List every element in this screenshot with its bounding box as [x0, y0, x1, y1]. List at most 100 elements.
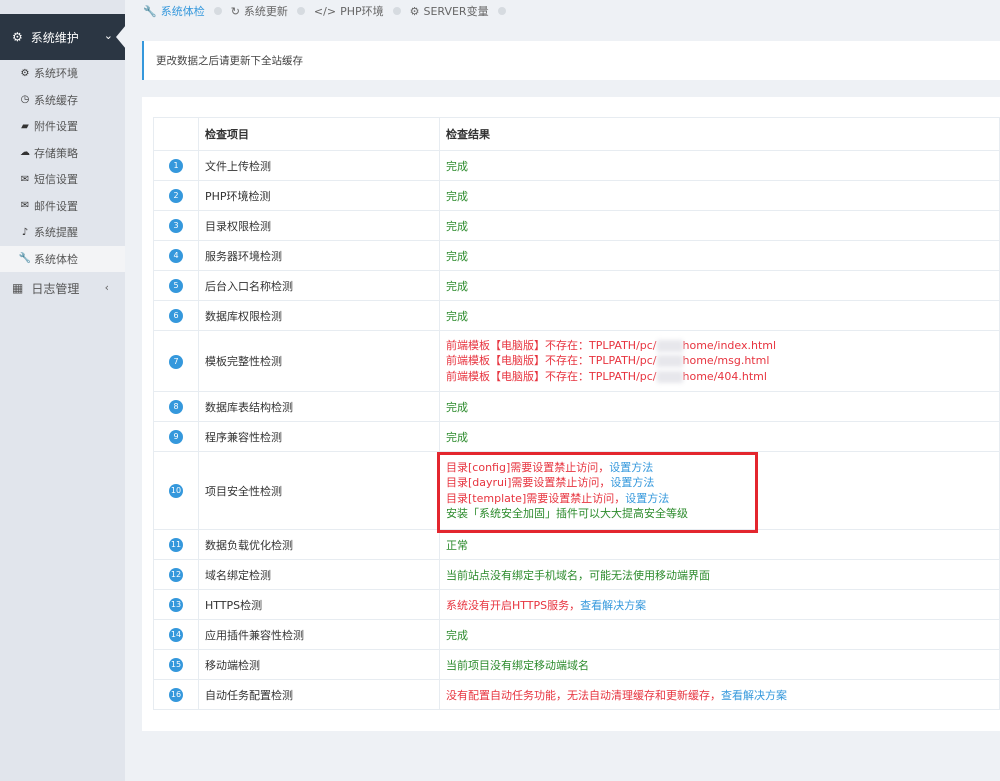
row-number-badge: 12 [169, 568, 183, 582]
table-row: 11 数据负载优化检测 正常 [153, 529, 1000, 560]
row-number-badge: 4 [169, 249, 183, 263]
check-result: 完成 [439, 619, 1000, 650]
tab-separator [497, 7, 506, 15]
sidebar-item-attachment[interactable]: ▰ 附件设置 [0, 113, 125, 140]
table-row: 6 数据库权限检测 完成 [153, 300, 1000, 331]
result-text: 没有配置自动任务功能，无法自动清理缓存和更新缓存， [446, 688, 721, 702]
info-note: 更改数据之后请更新下全站缓存 [142, 41, 1000, 80]
table-row: 3 目录权限检测 完成 [153, 210, 1000, 241]
gear-icon: ⚙ [409, 4, 420, 18]
table-row: 1 文件上传检测 完成 [153, 150, 1000, 181]
sidebar-item-label: 附件设置 [34, 120, 78, 134]
sidebar-item-system-env[interactable]: ⚙ 系统环境 [0, 60, 125, 87]
table-row: 2 PHP环境检测 完成 [153, 180, 1000, 211]
check-result: 完成 [439, 240, 1000, 271]
tab-php-env[interactable]: </> PHP环境 [314, 3, 384, 19]
row-number-badge: 1 [169, 159, 183, 173]
check-result: 正常 [439, 529, 1000, 560]
check-name: 服务器环境检测 [198, 240, 440, 271]
row-number-badge: 15 [169, 658, 183, 672]
check-name: 目录权限检测 [198, 210, 440, 241]
row-number-badge: 10 [169, 484, 183, 498]
check-name: 域名绑定检测 [198, 559, 440, 590]
table-row: 7 模板完整性检测 前端模板【电脑版】不存在：TPLPATH/pc/home/i… [153, 330, 1000, 392]
sidebar-item-storage[interactable]: ☁ 存储策略 [0, 140, 125, 167]
check-name: 应用插件兼容性检测 [198, 619, 440, 650]
tab-separator [392, 7, 401, 15]
table-row: 15 移动端检测 当前项目没有绑定移动端域名 [153, 649, 1000, 680]
note-text: 更改数据之后请更新下全站缓存 [156, 55, 303, 67]
row-number-badge: 11 [169, 538, 183, 552]
check-result: 完成 [439, 150, 1000, 181]
result-line-suffix: home/index.html [682, 338, 777, 352]
row-number-badge: 9 [169, 430, 183, 444]
view-solution-link[interactable]: 查看解决方案 [721, 689, 787, 702]
sidebar-menu-system-maintenance[interactable]: ⚙ 系统维护 ⌄ [0, 14, 126, 60]
table-row: 9 程序兼容性检测 完成 [153, 421, 1000, 452]
envelope-open-icon: ✉ [20, 200, 30, 212]
result-text: 系统没有开启HTTPS服务， [446, 598, 581, 612]
sidebar-menu-log[interactable]: ▦ 日志管理 ‹ [0, 272, 125, 304]
check-name: 文件上传检测 [198, 150, 440, 181]
check-name: 移动端检测 [198, 649, 440, 680]
table-row: 16 自动任务配置检测 没有配置自动任务功能，无法自动清理缓存和更新缓存，查看解… [153, 679, 1000, 710]
tab-separator [213, 7, 222, 15]
sidebar-menu-label: 日志管理 [31, 281, 80, 296]
gear-icon: ⚙ [12, 30, 23, 44]
table-row: 13 HTTPS检测 系统没有开启HTTPS服务，查看解决方案 [153, 589, 1000, 620]
sidebar-item-label: 系统环境 [34, 67, 78, 81]
sidebar-item-label: 邮件设置 [34, 199, 78, 213]
tab-system-check[interactable]: 🔧 系统体检 [143, 3, 205, 19]
tab-label: PHP环境 [340, 5, 384, 18]
check-name: 数据库表结构检测 [198, 391, 440, 422]
tab-system-update[interactable]: ↻ 系统更新 [231, 3, 288, 19]
row-number-badge: 8 [169, 400, 183, 414]
row-number-badge: 6 [169, 309, 183, 323]
sidebar: ⚙ 系统维护 ⌄ ⚙ 系统环境 ◷ 系统缓存 ▰ 附件设置 ☁ 存储策略 ✉ 短… [0, 0, 126, 781]
row-number-badge: 2 [169, 189, 183, 203]
tab-label: 系统更新 [243, 5, 288, 18]
active-menu-notch [116, 25, 126, 49]
sidebar-item-email[interactable]: ✉ 邮件设置 [0, 193, 125, 220]
check-table: 检查项目 检查结果 1 文件上传检测 完成 2 PHP环境检测 完成 3 目录权… [153, 117, 1000, 710]
table-header-row: 检查项目 检查结果 [153, 117, 1000, 151]
check-name: 数据负载优化检测 [198, 529, 440, 560]
table-row: 4 服务器环境检测 完成 [153, 240, 1000, 271]
sidebar-item-system-check[interactable]: 🔧 系统体检 [0, 245, 125, 272]
gear-icon: ⚙ [20, 67, 30, 79]
tab-label: 系统体检 [160, 5, 205, 18]
row-number-badge: 14 [169, 628, 183, 642]
check-name: 模板完整性检测 [198, 330, 440, 392]
view-solution-link[interactable]: 查看解决方案 [580, 599, 646, 612]
check-name: 数据库权限检测 [198, 300, 440, 331]
annotation-highlight-box [437, 452, 758, 533]
result-line-prefix: 前端模板【电脑版】不存在：TPLPATH/pc/ [446, 354, 657, 368]
result-line: 前端模板【电脑版】不存在：TPLPATH/pc/home/404.html [446, 369, 999, 385]
row-number-badge: 7 [169, 354, 183, 369]
result-line-suffix: home/404.html [682, 369, 767, 383]
sidebar-item-system-cache[interactable]: ◷ 系统缓存 [0, 87, 125, 114]
check-name: 后台入口名称检测 [198, 270, 440, 301]
header-check-item: 检查项目 [198, 117, 440, 151]
check-name: PHP环境检测 [198, 180, 440, 211]
redacted-mask [656, 355, 683, 368]
result-line-prefix: 前端模板【电脑版】不存在：TPLPATH/pc/ [446, 338, 657, 352]
wrench-icon: 🔧 [18, 253, 32, 265]
sidebar-item-label: 系统提醒 [34, 226, 78, 240]
sidebar-item-reminder[interactable]: ♪ 系统提醒 [0, 219, 125, 246]
check-result: 完成 [439, 180, 1000, 211]
top-tabs: 🔧 系统体检 ↻ 系统更新 </> PHP环境 ⚙ SERVER变量 [143, 2, 515, 20]
check-result: 完成 [439, 270, 1000, 301]
check-result: 完成 [439, 391, 1000, 422]
sidebar-item-sms[interactable]: ✉ 短信设置 [0, 166, 125, 193]
row-number-badge: 3 [169, 219, 183, 233]
sidebar-item-label: 短信设置 [34, 173, 78, 187]
header-check-result: 检查结果 [439, 117, 1000, 151]
check-result: 当前站点没有绑定手机域名，可能无法使用移动端界面 [439, 559, 1000, 590]
check-result: 没有配置自动任务功能，无法自动清理缓存和更新缓存，查看解决方案 [439, 679, 1000, 710]
row-number-badge: 16 [169, 688, 183, 702]
redacted-mask [656, 370, 683, 383]
table-row: 5 后台入口名称检测 完成 [153, 270, 1000, 301]
tab-server-vars[interactable]: ⚙ SERVER变量 [410, 3, 489, 19]
check-result: 完成 [439, 421, 1000, 452]
